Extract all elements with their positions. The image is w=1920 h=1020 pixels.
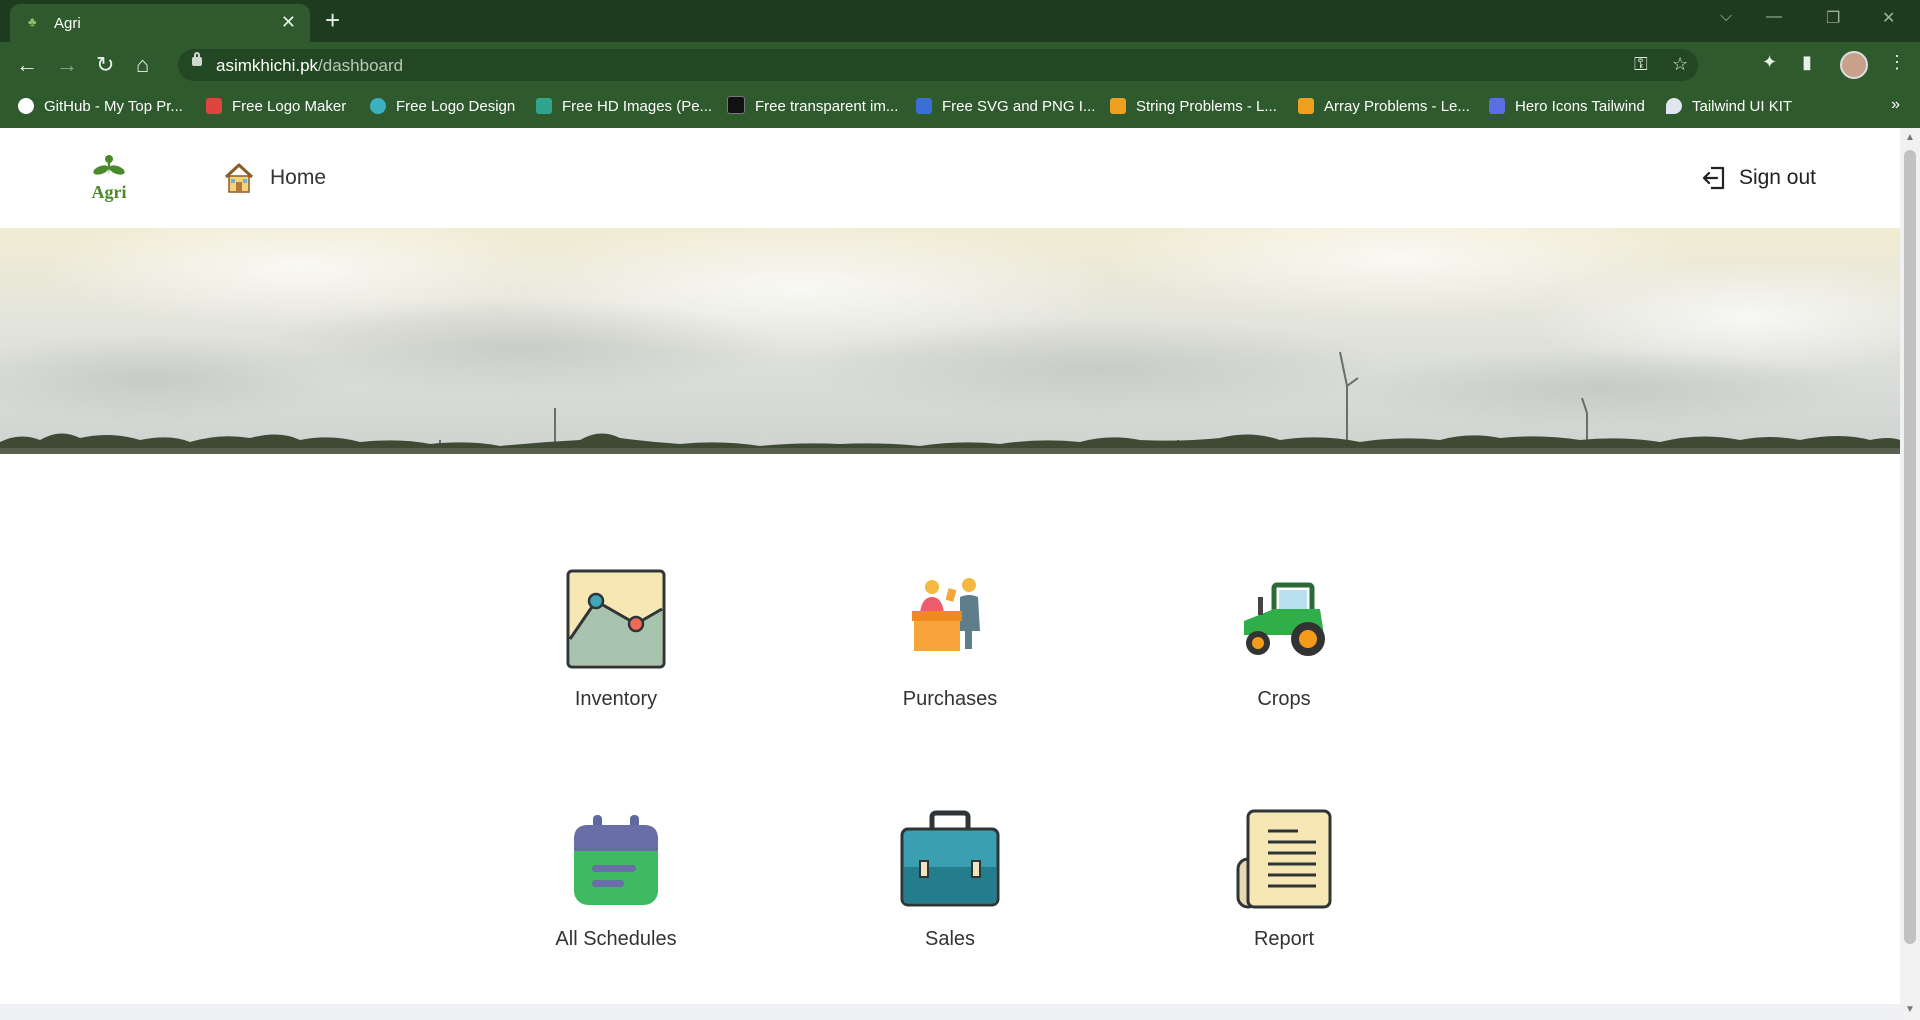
pexels-icon (536, 98, 552, 114)
card-label: Purchases (902, 688, 998, 710)
inventory-card[interactable]: Inventory (486, 564, 746, 724)
bookmark-item[interactable]: Free Logo Maker (206, 96, 346, 118)
vertical-scrollbar[interactable]: ▲ ▼ (1900, 128, 1920, 1020)
minimize-icon[interactable]: — (1766, 8, 1782, 26)
card-label: Sales (924, 928, 976, 950)
tractor-icon (1229, 564, 1339, 674)
report-card[interactable]: Report (1154, 804, 1414, 964)
extensions-icon[interactable]: ✦ (1762, 52, 1777, 73)
calendar-icon (561, 804, 671, 914)
bookmark-item[interactable]: Free Logo Design (370, 96, 515, 118)
forward-icon[interactable]: → (56, 50, 78, 80)
back-icon[interactable]: ← (16, 50, 38, 80)
tab-favicon-icon: ♣ (28, 14, 37, 29)
scrollbar-thumb[interactable] (1904, 150, 1916, 944)
address-bar[interactable]: asimkhichi.pk/dashboard ⚿ ☆ (178, 49, 1698, 81)
more-bookmarks-icon[interactable]: » (1891, 96, 1900, 114)
tab-title: Agri (54, 15, 81, 32)
leetcode-icon (1110, 98, 1126, 114)
logout-icon (1702, 166, 1725, 190)
crops-card[interactable]: Crops (1154, 564, 1414, 724)
agri-logo[interactable]: Agri (84, 150, 134, 206)
all-schedules-card[interactable]: All Schedules (486, 804, 746, 964)
close-tab-icon[interactable]: ✕ (281, 12, 296, 33)
lock-icon (192, 52, 202, 66)
house-icon (224, 163, 254, 193)
home-link[interactable]: Home (222, 160, 326, 196)
hero-banner-image (0, 228, 1900, 454)
signout-label: Sign out (1738, 166, 1816, 189)
purchases-card[interactable]: Purchases (820, 564, 1080, 724)
key-icon[interactable]: ⚿ (1634, 54, 1648, 75)
leetcode-icon (1298, 98, 1314, 114)
bookmark-item[interactable]: Array Problems - Le... (1298, 96, 1470, 118)
bookmark-item[interactable]: Free transparent im... (727, 96, 898, 118)
bookmark-star-icon[interactable]: ☆ (1672, 54, 1688, 75)
card-label: Report (1253, 928, 1315, 950)
rocket-icon (1666, 98, 1682, 114)
browser-toolbar: ← → ↻ ⌂ asimkhichi.pk/dashboard ⚿ ☆ ✦ ▮ … (0, 42, 1920, 88)
scroll-up-icon[interactable]: ▲ (1905, 132, 1915, 143)
home-label: Home (270, 166, 327, 189)
svg-png-icon (916, 98, 932, 114)
inventory-chart-icon (561, 564, 671, 674)
browser-tab-strip: ♣ Agri ✕ + ⌵ — ❐ ✕ (0, 0, 1920, 42)
home-browser-icon[interactable]: ⌂ (136, 50, 149, 80)
bookmark-item[interactable]: String Problems - L... (1110, 96, 1277, 118)
logo-maker-icon (206, 98, 222, 114)
bookmark-item[interactable]: GitHub - My Top Pr... (18, 96, 183, 118)
card-label: Crops (1257, 688, 1311, 710)
card-label: Inventory (574, 688, 658, 710)
scroll-down-icon[interactable]: ▼ (1905, 1004, 1915, 1015)
briefcase-icon (895, 804, 1005, 914)
menu-icon[interactable]: ⋮ (1888, 52, 1906, 73)
browser-tab[interactable]: ♣ Agri ✕ (10, 4, 310, 42)
github-icon (18, 98, 34, 114)
bookmark-item[interactable]: Tailwind UI KIT (1666, 96, 1792, 118)
reload-icon[interactable]: ↻ (96, 50, 114, 80)
purchases-icon (895, 564, 1005, 674)
tab-search-icon[interactable]: ⌵ (1720, 8, 1732, 26)
side-panel-icon[interactable]: ▮ (1802, 52, 1812, 73)
restore-icon[interactable]: ❐ (1826, 8, 1840, 28)
bookmark-item[interactable]: Free SVG and PNG I... (916, 96, 1095, 118)
site-navbar: Agri Home Sign out (0, 128, 1900, 229)
url-text[interactable]: asimkhichi.pk/dashboard (216, 56, 403, 76)
report-scroll-icon (1229, 804, 1339, 914)
sales-card[interactable]: Sales (820, 804, 1080, 964)
bookmarks-bar: GitHub - My Top Pr... Free Logo Maker Fr… (0, 88, 1920, 128)
profile-avatar[interactable] (1840, 51, 1868, 79)
page-bottom-strip (0, 1004, 1900, 1020)
close-window-icon[interactable]: ✕ (1882, 8, 1895, 28)
png-icon (727, 96, 745, 114)
page-viewport: Agri Home Sign out Inventory Purchases C… (0, 128, 1900, 1004)
card-label: All Schedules (555, 928, 677, 950)
logo-design-icon (370, 98, 386, 114)
logo-text: Agri (92, 182, 127, 202)
signout-button[interactable]: Sign out (1701, 160, 1816, 196)
new-tab-icon[interactable]: + (325, 6, 340, 34)
agri-leaf-icon: Agri (92, 155, 127, 202)
bookmark-item[interactable]: Free HD Images (Pe... (536, 96, 712, 118)
flag-icon (1489, 98, 1505, 114)
bookmark-item[interactable]: Hero Icons Tailwind (1489, 96, 1645, 118)
